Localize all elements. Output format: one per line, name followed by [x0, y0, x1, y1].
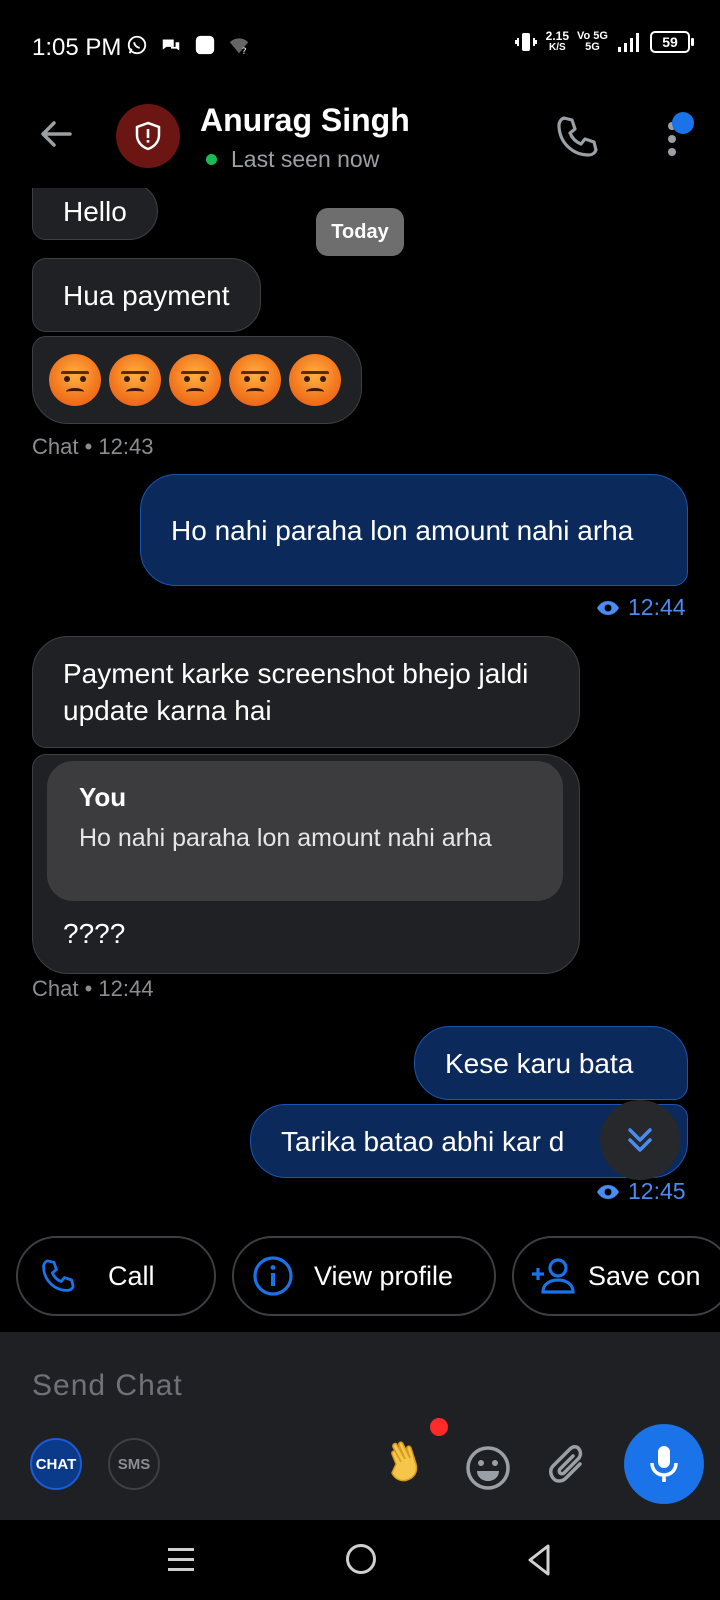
message-outgoing[interactable]: Ho nahi paraha lon amount nahi arha — [140, 474, 688, 586]
angry-face-icon — [49, 354, 101, 406]
call-button[interactable]: Call — [16, 1236, 216, 1316]
message-time: 12:45 — [628, 1178, 686, 1204]
chat-bubbles-icon — [162, 39, 180, 51]
quoted-message[interactable]: You Ho nahi paraha lon amount nahi arha — [47, 761, 563, 901]
shield-alert-icon — [135, 121, 161, 151]
view-profile-button[interactable]: View profile — [232, 1236, 496, 1316]
message-incoming[interactable]: Payment karke screenshot bhejo jaldi upd… — [32, 636, 580, 748]
net-bottom: 5G — [585, 41, 600, 53]
message-incoming[interactable]: Hello — [32, 188, 158, 240]
new-indicator-dot — [430, 1418, 448, 1436]
attachment-icon[interactable] — [548, 1442, 592, 1490]
message-text: Payment karke screenshot bhejo jaldi upd… — [63, 658, 529, 726]
save-contact-button[interactable]: Save con — [512, 1236, 720, 1316]
seen-eye-icon — [597, 1184, 619, 1199]
angry-face-icon — [229, 354, 281, 406]
message-meta-seen: 12:45 — [596, 1178, 686, 1204]
status-notification-icons: ? — [126, 34, 250, 56]
vibrate-icon — [514, 33, 537, 51]
voice-record-button[interactable] — [624, 1424, 704, 1504]
message-composer: CHAT SMS — [0, 1332, 720, 1520]
message-incoming-reply[interactable]: You Ho nahi paraha lon amount nahi arha … — [32, 754, 580, 974]
contact-name[interactable]: Anurag Singh — [200, 102, 410, 139]
message-input[interactable] — [32, 1356, 632, 1416]
emoji-icon[interactable] — [464, 1444, 512, 1492]
emoji-row — [49, 354, 341, 406]
angry-face-icon — [289, 354, 341, 406]
save-contact-label: Save con — [588, 1260, 701, 1291]
battery-indicator: 59 — [650, 31, 694, 53]
quote-text: Ho nahi paraha lon amount nahi arha — [79, 824, 492, 852]
message-meta: Chat • 12:43 — [32, 434, 154, 459]
whatsapp-icon — [127, 35, 147, 55]
notification-badge — [672, 112, 694, 134]
message-meta-seen: 12:44 — [596, 594, 686, 621]
message-incoming[interactable]: Hua payment — [32, 258, 261, 332]
status-system-icons: 2.15 K/S Vo 5G 5G 59 — [514, 30, 694, 54]
quote-author: You — [79, 782, 127, 812]
phone-icon — [42, 1259, 75, 1292]
speed-unit: K/S — [549, 42, 566, 53]
angry-face-icon — [169, 354, 221, 406]
message-outgoing[interactable]: Kese karu bata — [414, 1026, 688, 1100]
status-time: 1:05 PM — [32, 34, 122, 61]
scroll-to-bottom-button[interactable] — [600, 1100, 680, 1180]
chat-thread[interactable]: Hello Today Hua payment Chat • 12:43 Ho … — [0, 188, 720, 1204]
presence-text: Last seen now — [231, 146, 380, 172]
app-square-icon — [195, 35, 215, 55]
info-icon — [253, 1256, 293, 1296]
avatar[interactable] — [116, 104, 180, 168]
home-icon[interactable] — [346, 1544, 376, 1574]
message-incoming-emoji[interactable] — [32, 336, 362, 424]
microphone-icon — [650, 1446, 678, 1482]
angry-face-icon — [109, 354, 161, 406]
back-triangle-icon[interactable] — [524, 1542, 554, 1578]
presence-status: Last seen now — [206, 146, 379, 173]
chat-mode-toggle[interactable]: CHAT — [30, 1438, 82, 1490]
status-bar: 1:05 PM ? 2.15 K/S Vo 5G 5G 59 — [0, 0, 720, 92]
message-text: Hello — [63, 195, 127, 227]
date-chip: Today — [316, 208, 404, 256]
message-text: Ho nahi paraha lon amount nahi arha — [171, 514, 634, 546]
speed-value: 2.15 — [545, 29, 570, 43]
recent-apps-icon[interactable] — [166, 1542, 196, 1578]
wifi-question-icon: ? — [229, 38, 249, 56]
system-navigation-bar — [0, 1520, 720, 1600]
message-text: ???? — [63, 918, 126, 949]
seen-eye-icon — [597, 600, 619, 615]
message-time: 12:44 — [628, 594, 686, 620]
online-dot — [206, 154, 217, 165]
call-label: Call — [108, 1260, 155, 1291]
add-person-icon — [532, 1258, 575, 1294]
message-meta: Chat • 12:44 — [32, 976, 154, 1001]
double-chevron-down-icon — [628, 1128, 652, 1152]
chat-header: Anurag Singh Last seen now — [0, 92, 720, 188]
message-text: Kese karu bata — [445, 1047, 634, 1079]
back-arrow-icon[interactable] — [34, 112, 78, 156]
svg-text:?: ? — [242, 46, 247, 56]
message-text: Hua payment — [63, 279, 230, 311]
view-profile-label: View profile — [314, 1260, 454, 1291]
quick-actions-bar: Call View profile Save con — [0, 1236, 720, 1318]
wave-hand-icon[interactable] — [382, 1436, 434, 1488]
sms-mode-toggle[interactable]: SMS — [108, 1438, 160, 1490]
message-text: Tarika batao abhi kar d — [281, 1125, 565, 1157]
signal-icon — [618, 33, 639, 52]
network-speed: 2.15 K/S — [546, 30, 569, 54]
phone-call-icon[interactable] — [552, 112, 602, 162]
network-type: Vo 5G 5G — [577, 31, 608, 53]
